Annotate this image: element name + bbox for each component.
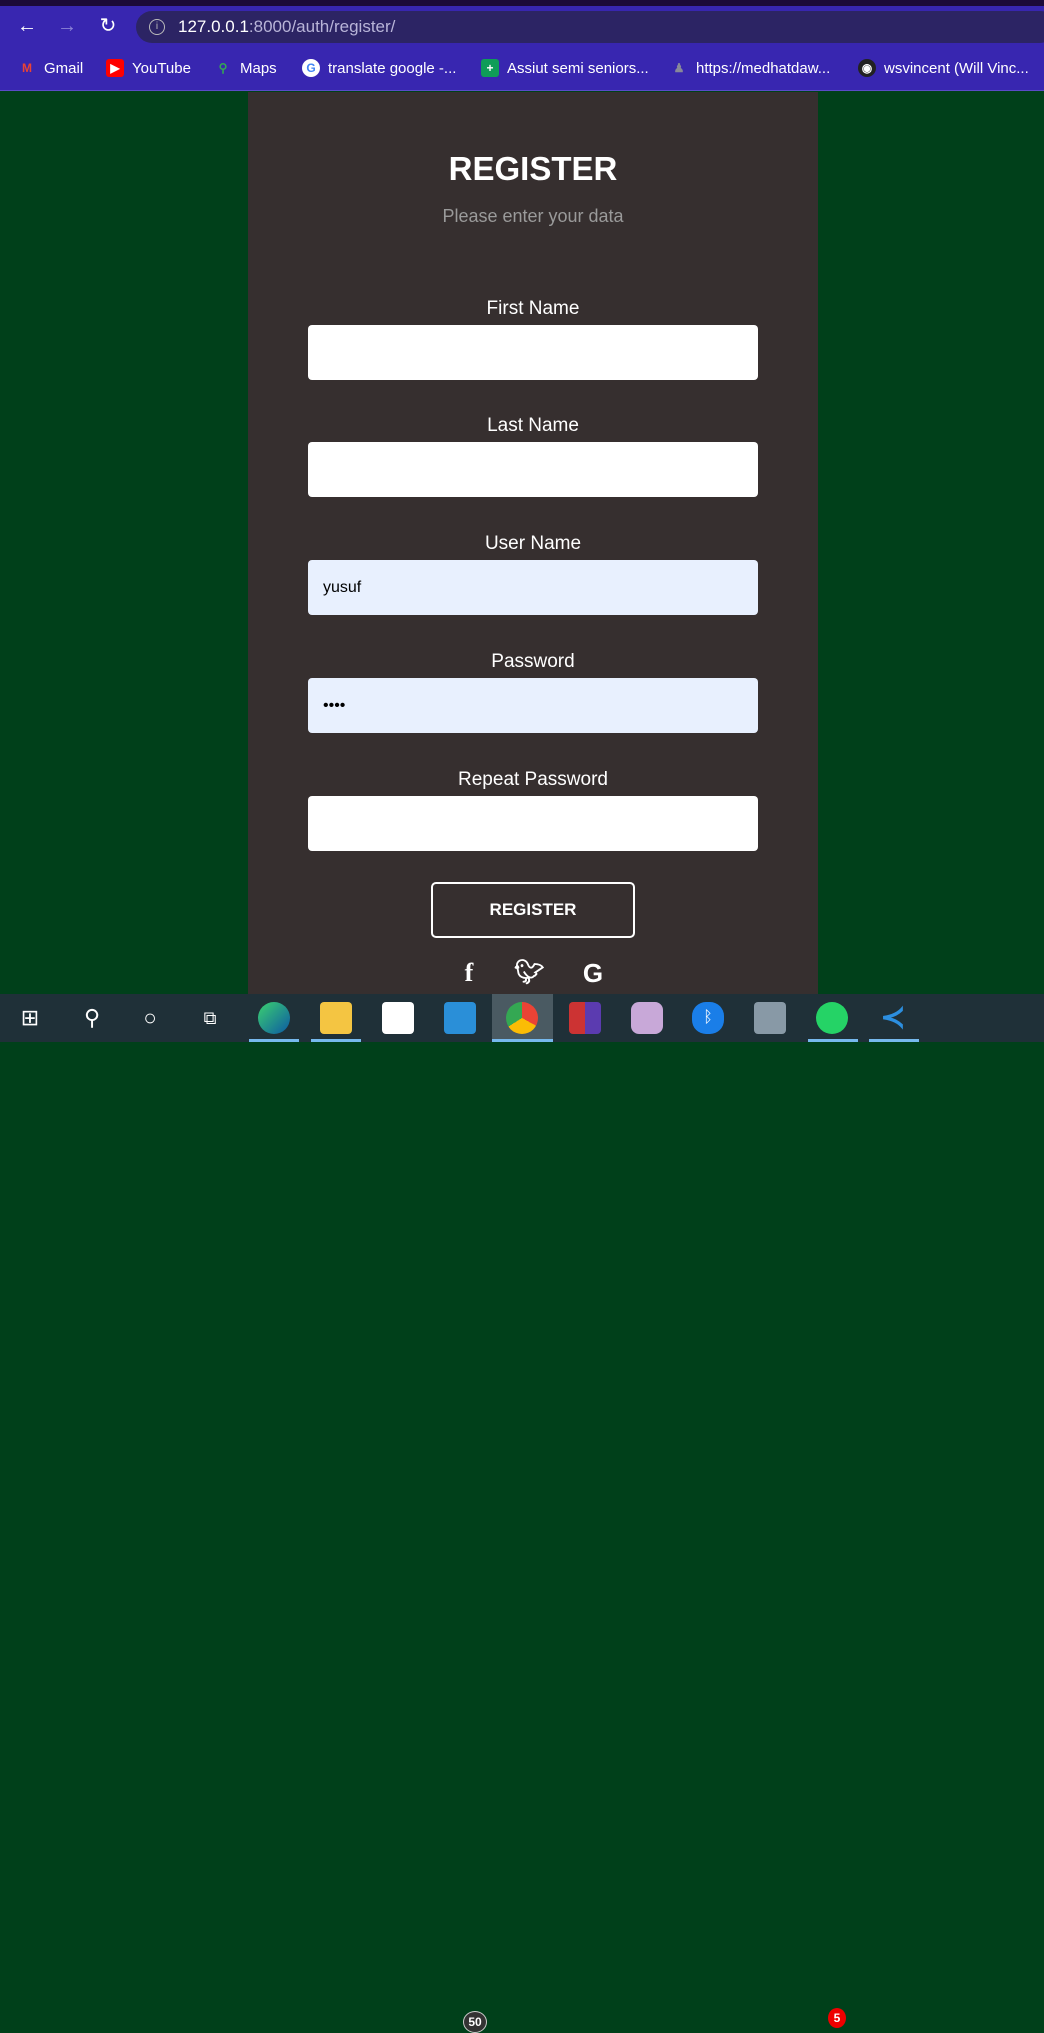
search-icon[interactable]: ⚲ [76, 1002, 108, 1034]
google-icon: G [302, 59, 320, 77]
first-name-input[interactable] [308, 325, 758, 380]
whatsapp-badge: 5 [828, 2008, 846, 2028]
info-icon[interactable]: i [149, 19, 165, 35]
bluetooth-icon[interactable]: ᛒ [692, 1002, 724, 1034]
whatsapp-icon[interactable] [816, 1002, 848, 1034]
page-subtitle: Please enter your data [442, 206, 624, 226]
file-explorer-icon[interactable] [320, 1002, 352, 1034]
address-bar[interactable]: i 127.0.0.1:8000/auth/register/ [136, 11, 1044, 43]
repeat-password-label: Repeat Password [458, 769, 608, 790]
bookmark-assiut[interactable]: + Assiut semi seniors... [481, 59, 649, 77]
mail-icon[interactable] [444, 1002, 476, 1034]
twitter-icon[interactable]: 🐦︎ [514, 958, 544, 987]
sheets-icon: + [481, 59, 499, 77]
url-host: 127.0.0.1 [178, 17, 249, 36]
password-label: Password [491, 651, 575, 672]
facebook-icon[interactable]: f [454, 958, 484, 988]
google-icon[interactable]: G [578, 958, 608, 989]
register-panel: REGISTER Please enter your data First Na… [248, 92, 818, 994]
forward-icon[interactable]: → [55, 14, 79, 38]
gmail-icon: M [22, 61, 32, 75]
back-icon[interactable]: ← [15, 14, 39, 38]
bookmark-wsvincent[interactable]: ◉ wsvincent (Will Vinc... [858, 59, 1029, 77]
first-name-label: First Name [486, 298, 580, 319]
bookmarks-bar: M Gmail ▶ YouTube ⚲ Maps Gtranslate google … [0, 46, 1044, 91]
reload-icon[interactable]: ↻ [96, 14, 120, 38]
bookmark-label: YouTube [132, 59, 191, 77]
store-icon[interactable] [382, 1002, 414, 1034]
app-icon[interactable] [569, 1002, 601, 1034]
task-view-icon[interactable]: ⧉ [194, 1002, 226, 1034]
browser-toolbar: ← → ↻ i 127.0.0.1:8000/auth/register/ [0, 6, 1044, 46]
page-title: REGISTER [448, 150, 618, 187]
youtube-icon: ▶ [106, 59, 124, 77]
windows-taskbar: ⊞ ⚲ ○ ⧉ 50 ᛒ 5 ≺ [0, 994, 1044, 2033]
bookmark-label: translate google -... [328, 59, 457, 77]
calculator-icon[interactable] [754, 1002, 786, 1034]
maps-icon: ⚲ [218, 61, 228, 75]
bookmark-label: wsvincent (Will Vinc... [884, 59, 1029, 77]
bookmark-label: https://medhatdaw... [696, 59, 831, 77]
site-icon: ♟ [673, 61, 685, 75]
gem-app-icon[interactable] [631, 1002, 663, 1034]
cortana-icon[interactable]: ○ [134, 1002, 166, 1034]
github-icon: ◉ [858, 59, 876, 77]
user-name-label: User Name [484, 533, 582, 554]
bookmark-maps[interactable]: ⚲ Maps [214, 59, 277, 77]
bookmark-youtube[interactable]: ▶ YouTube [106, 59, 191, 77]
chrome-icon[interactable] [506, 1002, 538, 1034]
url-path: :8000/auth/register/ [248, 17, 396, 36]
mail-badge: 50 [463, 2011, 487, 2033]
bookmark-label: Assiut semi seniors... [507, 59, 649, 77]
bookmark-gmail[interactable]: M Gmail [18, 59, 83, 77]
last-name-label: Last Name [487, 415, 579, 436]
bookmark-medhat[interactable]: ♟ https://medhatdaw... [670, 59, 831, 77]
edge-icon[interactable] [258, 1002, 290, 1034]
register-button[interactable]: REGISTER [431, 882, 635, 938]
windows-start-icon[interactable]: ⊞ [14, 1002, 46, 1034]
vscode-icon[interactable]: ≺ [877, 1002, 909, 1034]
bookmark-label: Gmail [44, 59, 84, 77]
last-name-input[interactable] [308, 442, 758, 497]
repeat-password-input[interactable] [308, 796, 758, 851]
bookmark-translate[interactable]: Gtranslate google -... [302, 59, 456, 77]
password-input[interactable] [308, 678, 758, 733]
user-name-input[interactable] [308, 560, 758, 615]
bookmark-label: Maps [240, 59, 277, 77]
